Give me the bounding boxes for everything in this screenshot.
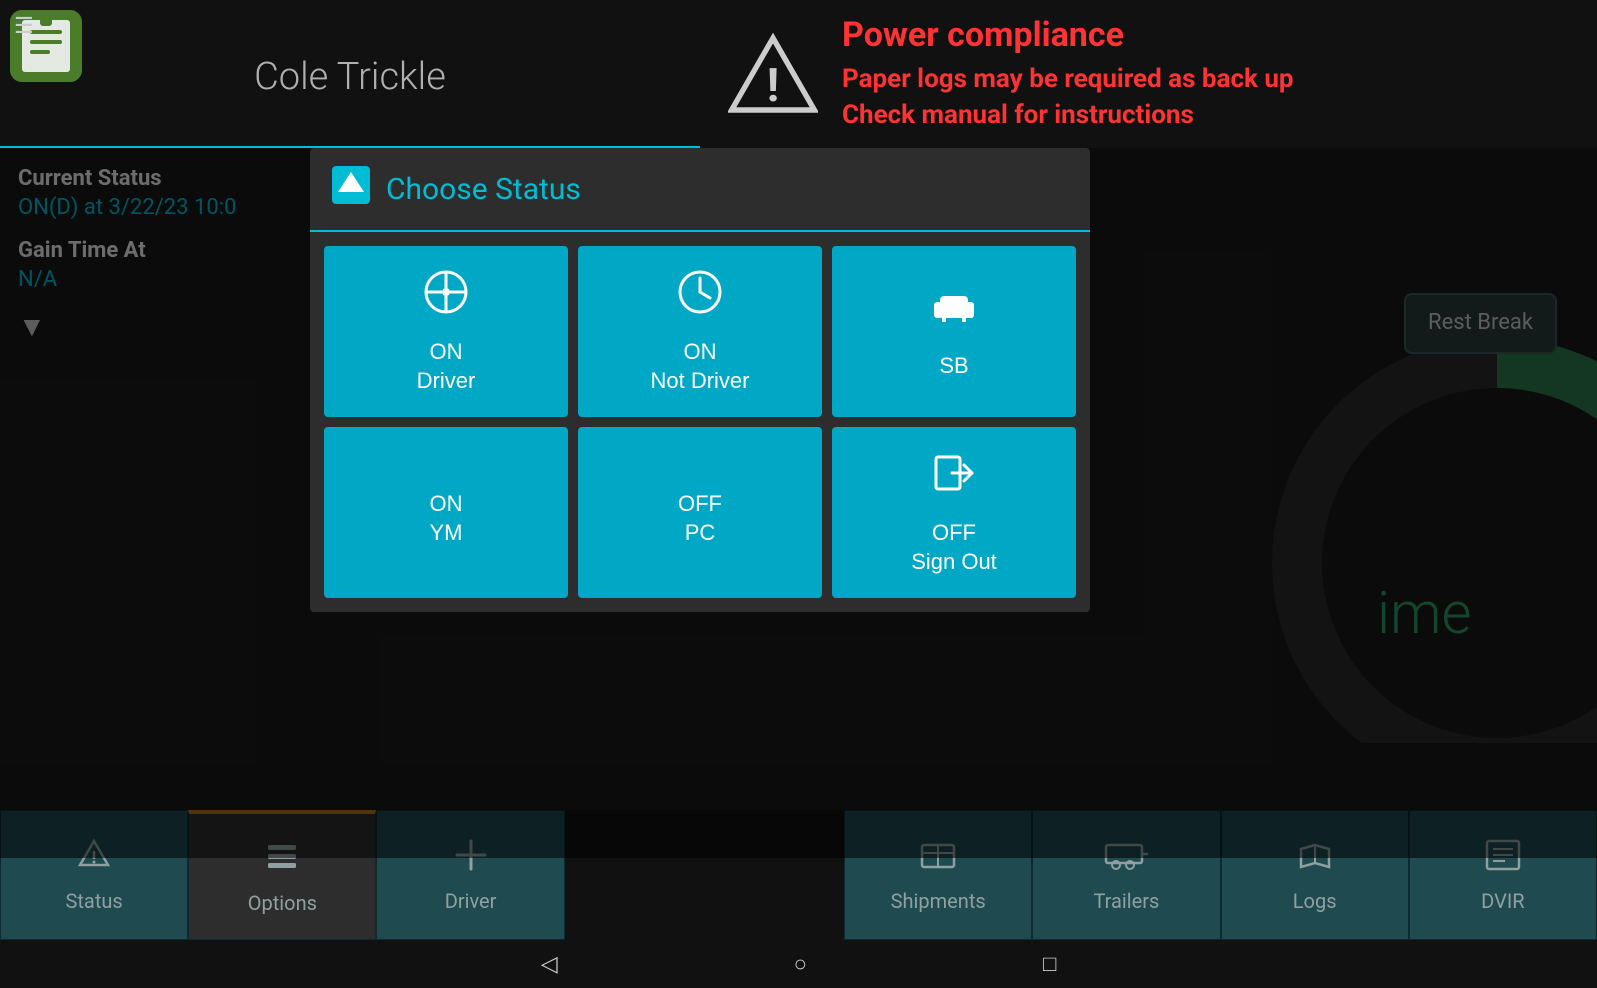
clock-icon [676, 268, 724, 326]
warning-title: Power compliance [842, 15, 1294, 55]
sb-label: SB [939, 352, 968, 381]
warning-body: Paper logs may be required as back up Ch… [842, 61, 1294, 134]
recent-button[interactable]: □ [1035, 943, 1064, 985]
off-sign-out-label: OFFSign Out [911, 519, 997, 576]
off-sign-out-button[interactable]: OFFSign Out [832, 427, 1076, 598]
on-not-driver-label: ONNot Driver [650, 338, 749, 395]
status-grid: ONDriver ONNot Driver [310, 232, 1090, 612]
sign-out-icon [930, 449, 978, 507]
dialog-header: Choose Status [310, 148, 1090, 232]
steering-wheel-icon [422, 268, 470, 326]
sb-button[interactable]: SB [832, 246, 1076, 417]
warning-triangle-icon: ! [728, 29, 818, 119]
sofa-icon [930, 282, 978, 340]
on-driver-label: ONDriver [417, 338, 476, 395]
on-ym-label: ONYM [430, 490, 463, 547]
home-button[interactable]: ○ [786, 943, 815, 985]
driver-name: Cole Trickle [0, 47, 700, 99]
nav-logs-label: Logs [1293, 889, 1337, 913]
sys-nav: ◁ ○ □ [0, 940, 1597, 988]
nav-shipments-label: Shipments [891, 889, 986, 913]
nav-status-label: Status [66, 889, 123, 913]
choose-status-dialog: Choose Status ONDriver [310, 148, 1090, 612]
nav-trailers-label: Trailers [1093, 889, 1159, 913]
off-pc-label: OFFPC [678, 490, 722, 547]
dialog-title: Choose Status [386, 172, 581, 207]
off-pc-button[interactable]: OFFPC [578, 427, 822, 598]
nav-dvir-label: DVIR [1481, 889, 1524, 913]
on-ym-button[interactable]: ONYM [324, 427, 568, 598]
navigation-icon [332, 166, 370, 212]
back-button[interactable]: ◁ [533, 944, 566, 985]
nav-options-label: Options [248, 891, 317, 915]
on-driver-button[interactable]: ONDriver [324, 246, 568, 417]
warning-text: Power compliance Paper logs may be requi… [842, 15, 1294, 134]
on-not-driver-button[interactable]: ONNot Driver [578, 246, 822, 417]
menu-icon[interactable]: ☰ [14, 14, 34, 39]
warning-banner: ! Power compliance Paper logs may be req… [700, 0, 1597, 148]
svg-text:!: ! [767, 59, 780, 113]
nav-driver-label: Driver [445, 889, 497, 913]
modal-overlay[interactable]: Choose Status ONDriver [0, 148, 1597, 858]
